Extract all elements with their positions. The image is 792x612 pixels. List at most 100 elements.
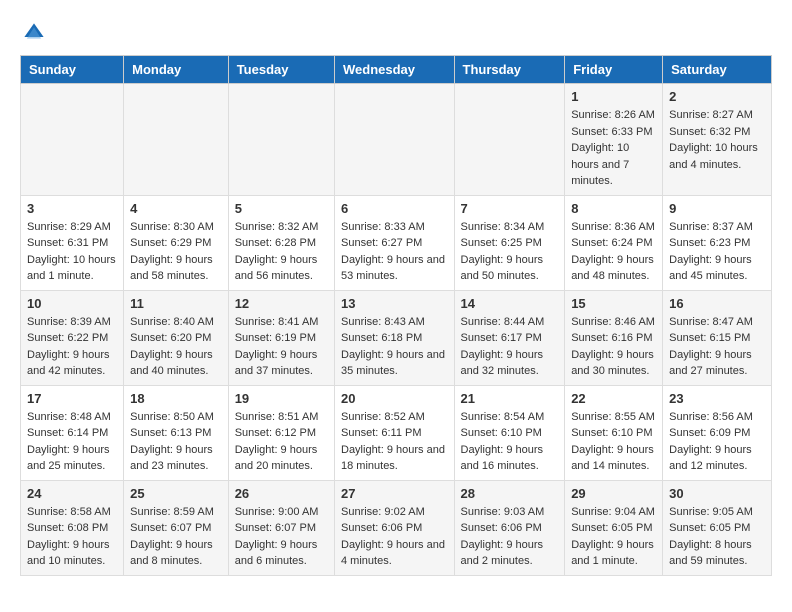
day-info: Sunrise: 8:50 AM Sunset: 6:13 PM Dayligh… <box>130 409 222 475</box>
header-thursday: Thursday <box>454 56 565 84</box>
day-number: 22 <box>571 391 656 406</box>
calendar-cell: 3 Sunrise: 8:29 AM Sunset: 6:31 PM Daylig… <box>21 195 124 290</box>
day-number: 9 <box>669 201 765 216</box>
day-info: Sunrise: 8:54 AM Sunset: 6:10 PM Dayligh… <box>461 409 559 475</box>
day-info: Sunrise: 9:04 AM Sunset: 6:05 PM Dayligh… <box>571 504 656 570</box>
day-info: Sunrise: 8:47 AM Sunset: 6:15 PM Dayligh… <box>669 314 765 380</box>
day-info: Sunrise: 8:27 AM Sunset: 6:32 PM Dayligh… <box>669 107 765 173</box>
day-info: Sunrise: 8:44 AM Sunset: 6:17 PM Dayligh… <box>461 314 559 380</box>
day-number: 18 <box>130 391 222 406</box>
day-info: Sunrise: 8:29 AM Sunset: 6:31 PM Dayligh… <box>27 219 117 285</box>
calendar-cell: 10 Sunrise: 8:39 AM Sunset: 6:22 PM Dayli… <box>21 290 124 385</box>
logo-icon <box>22 21 46 45</box>
day-number: 4 <box>130 201 222 216</box>
calendar-cell: 17 Sunrise: 8:48 AM Sunset: 6:14 PM Dayli… <box>21 385 124 480</box>
calendar-cell: 7 Sunrise: 8:34 AM Sunset: 6:25 PM Daylig… <box>454 195 565 290</box>
day-info: Sunrise: 8:39 AM Sunset: 6:22 PM Dayligh… <box>27 314 117 380</box>
day-info: Sunrise: 8:46 AM Sunset: 6:16 PM Dayligh… <box>571 314 656 380</box>
day-number: 27 <box>341 486 448 501</box>
day-info: Sunrise: 9:00 AM Sunset: 6:07 PM Dayligh… <box>235 504 328 570</box>
day-info: Sunrise: 8:33 AM Sunset: 6:27 PM Dayligh… <box>341 219 448 285</box>
header-saturday: Saturday <box>663 56 772 84</box>
calendar-week-row: 10 Sunrise: 8:39 AM Sunset: 6:22 PM Dayli… <box>21 290 772 385</box>
calendar-cell: 20 Sunrise: 8:52 AM Sunset: 6:11 PM Dayli… <box>335 385 455 480</box>
calendar-week-row: 24 Sunrise: 8:58 AM Sunset: 6:08 PM Dayli… <box>21 480 772 575</box>
calendar-cell: 21 Sunrise: 8:54 AM Sunset: 6:10 PM Dayli… <box>454 385 565 480</box>
day-number: 28 <box>461 486 559 501</box>
day-number: 6 <box>341 201 448 216</box>
calendar-cell: 1 Sunrise: 8:26 AM Sunset: 6:33 PM Daylig… <box>565 84 663 196</box>
day-number: 12 <box>235 296 328 311</box>
day-number: 20 <box>341 391 448 406</box>
calendar-cell: 11 Sunrise: 8:40 AM Sunset: 6:20 PM Dayli… <box>124 290 229 385</box>
calendar-cell: 15 Sunrise: 8:46 AM Sunset: 6:16 PM Dayli… <box>565 290 663 385</box>
day-number: 15 <box>571 296 656 311</box>
day-number: 17 <box>27 391 117 406</box>
calendar-cell: 4 Sunrise: 8:30 AM Sunset: 6:29 PM Daylig… <box>124 195 229 290</box>
day-number: 16 <box>669 296 765 311</box>
calendar-cell: 26 Sunrise: 9:00 AM Sunset: 6:07 PM Dayli… <box>228 480 334 575</box>
day-number: 23 <box>669 391 765 406</box>
day-number: 1 <box>571 89 656 104</box>
calendar-cell: 2 Sunrise: 8:27 AM Sunset: 6:32 PM Daylig… <box>663 84 772 196</box>
day-info: Sunrise: 8:34 AM Sunset: 6:25 PM Dayligh… <box>461 219 559 285</box>
calendar-cell: 18 Sunrise: 8:50 AM Sunset: 6:13 PM Dayli… <box>124 385 229 480</box>
day-number: 29 <box>571 486 656 501</box>
calendar-table: SundayMondayTuesdayWednesdayThursdayFrid… <box>20 55 772 576</box>
day-info: Sunrise: 8:36 AM Sunset: 6:24 PM Dayligh… <box>571 219 656 285</box>
day-number: 2 <box>669 89 765 104</box>
calendar-cell: 16 Sunrise: 8:47 AM Sunset: 6:15 PM Dayli… <box>663 290 772 385</box>
header-friday: Friday <box>565 56 663 84</box>
calendar-week-row: 1 Sunrise: 8:26 AM Sunset: 6:33 PM Daylig… <box>21 84 772 196</box>
calendar-cell: 24 Sunrise: 8:58 AM Sunset: 6:08 PM Dayli… <box>21 480 124 575</box>
logo-text <box>20 20 46 45</box>
day-number: 5 <box>235 201 328 216</box>
day-info: Sunrise: 8:51 AM Sunset: 6:12 PM Dayligh… <box>235 409 328 475</box>
day-info: Sunrise: 9:02 AM Sunset: 6:06 PM Dayligh… <box>341 504 448 570</box>
day-info: Sunrise: 8:40 AM Sunset: 6:20 PM Dayligh… <box>130 314 222 380</box>
day-number: 25 <box>130 486 222 501</box>
day-number: 3 <box>27 201 117 216</box>
day-number: 13 <box>341 296 448 311</box>
calendar-cell: 28 Sunrise: 9:03 AM Sunset: 6:06 PM Dayli… <box>454 480 565 575</box>
day-info: Sunrise: 8:30 AM Sunset: 6:29 PM Dayligh… <box>130 219 222 285</box>
calendar-cell: 13 Sunrise: 8:43 AM Sunset: 6:18 PM Dayli… <box>335 290 455 385</box>
calendar-week-row: 3 Sunrise: 8:29 AM Sunset: 6:31 PM Daylig… <box>21 195 772 290</box>
day-number: 30 <box>669 486 765 501</box>
day-info: Sunrise: 8:56 AM Sunset: 6:09 PM Dayligh… <box>669 409 765 475</box>
day-number: 14 <box>461 296 559 311</box>
day-number: 24 <box>27 486 117 501</box>
calendar-cell <box>454 84 565 196</box>
header-sunday: Sunday <box>21 56 124 84</box>
day-info: Sunrise: 8:52 AM Sunset: 6:11 PM Dayligh… <box>341 409 448 475</box>
calendar-cell: 25 Sunrise: 8:59 AM Sunset: 6:07 PM Dayli… <box>124 480 229 575</box>
header-wednesday: Wednesday <box>335 56 455 84</box>
day-info: Sunrise: 8:48 AM Sunset: 6:14 PM Dayligh… <box>27 409 117 475</box>
day-info: Sunrise: 8:26 AM Sunset: 6:33 PM Dayligh… <box>571 107 656 190</box>
day-info: Sunrise: 9:03 AM Sunset: 6:06 PM Dayligh… <box>461 504 559 570</box>
day-info: Sunrise: 8:55 AM Sunset: 6:10 PM Dayligh… <box>571 409 656 475</box>
day-number: 7 <box>461 201 559 216</box>
day-info: Sunrise: 8:58 AM Sunset: 6:08 PM Dayligh… <box>27 504 117 570</box>
header-tuesday: Tuesday <box>228 56 334 84</box>
day-number: 11 <box>130 296 222 311</box>
day-info: Sunrise: 8:43 AM Sunset: 6:18 PM Dayligh… <box>341 314 448 380</box>
calendar-cell: 9Sunrise: 8:37 AM Sunset: 6:23 PM Daylig… <box>663 195 772 290</box>
calendar-cell <box>228 84 334 196</box>
day-number: 10 <box>27 296 117 311</box>
calendar-week-row: 17 Sunrise: 8:48 AM Sunset: 6:14 PM Dayli… <box>21 385 772 480</box>
header-monday: Monday <box>124 56 229 84</box>
day-number: 21 <box>461 391 559 406</box>
day-number: 26 <box>235 486 328 501</box>
day-info: Sunrise: 8:59 AM Sunset: 6:07 PM Dayligh… <box>130 504 222 570</box>
calendar-cell: 23 Sunrise: 8:56 AM Sunset: 6:09 PM Dayli… <box>663 385 772 480</box>
day-number: 8 <box>571 201 656 216</box>
calendar-cell: 5 Sunrise: 8:32 AM Sunset: 6:28 PM Daylig… <box>228 195 334 290</box>
calendar-cell: 22 Sunrise: 8:55 AM Sunset: 6:10 PM Dayli… <box>565 385 663 480</box>
day-info: Sunrise: 8:32 AM Sunset: 6:28 PM Dayligh… <box>235 219 328 285</box>
logo <box>20 20 48 45</box>
calendar-cell: 12Sunrise: 8:41 AM Sunset: 6:19 PM Dayli… <box>228 290 334 385</box>
calendar-cell <box>124 84 229 196</box>
day-info: Sunrise: 9:05 AM Sunset: 6:05 PM Dayligh… <box>669 504 765 570</box>
day-number: 19 <box>235 391 328 406</box>
